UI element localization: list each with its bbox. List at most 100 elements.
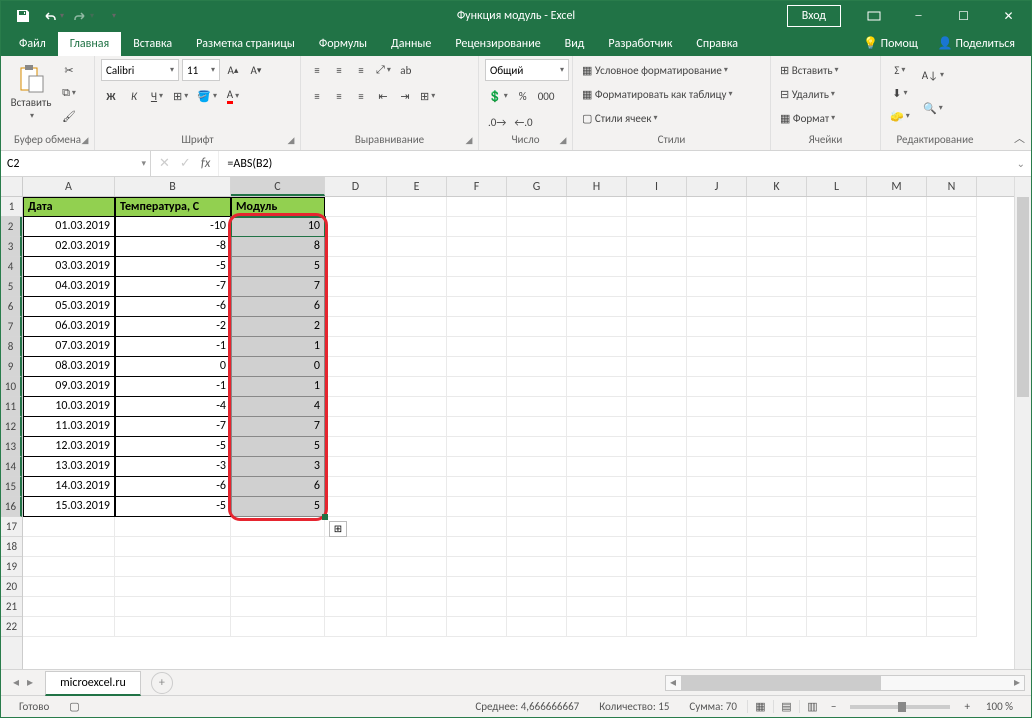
cell[interactable]	[747, 337, 807, 357]
cell[interactable]	[747, 457, 807, 477]
cell[interactable]	[387, 497, 447, 517]
cell[interactable]	[567, 297, 627, 317]
cell[interactable]	[115, 617, 231, 637]
cell[interactable]	[687, 517, 747, 537]
scroll-left-button[interactable]: ◂	[666, 675, 680, 690]
cell[interactable]	[927, 577, 977, 597]
cell[interactable]	[507, 297, 567, 317]
number-format-select[interactable]: Общий▾	[485, 59, 569, 81]
cell[interactable]: 05.03.2019	[23, 297, 115, 317]
cell[interactable]	[387, 437, 447, 457]
cell[interactable]	[231, 617, 325, 637]
cell[interactable]	[447, 477, 507, 497]
cell[interactable]	[447, 317, 507, 337]
cell[interactable]	[627, 517, 687, 537]
cell[interactable]	[447, 397, 507, 417]
cell[interactable]	[447, 357, 507, 377]
cell[interactable]	[115, 557, 231, 577]
cell[interactable]	[567, 537, 627, 557]
row-header[interactable]: 21	[1, 597, 22, 617]
sign-in-button[interactable]: Вход	[787, 5, 841, 27]
cell[interactable]	[23, 597, 115, 617]
cell[interactable]	[567, 497, 627, 517]
cell[interactable]	[687, 197, 747, 217]
dialog-launcher-alignment[interactable]: ◢	[463, 135, 475, 147]
zoom-in-button[interactable]: +	[958, 700, 975, 713]
cell[interactable]	[927, 237, 977, 257]
cell[interactable]	[687, 357, 747, 377]
normal-view-button[interactable]: ▦	[747, 700, 773, 713]
cell[interactable]	[867, 457, 927, 477]
cell[interactable]: -2	[115, 317, 231, 337]
cell[interactable]	[325, 437, 387, 457]
cell[interactable]	[325, 217, 387, 237]
cell[interactable]	[325, 457, 387, 477]
cell[interactable]	[567, 237, 627, 257]
cell[interactable]	[325, 497, 387, 517]
cell[interactable]: -10	[115, 217, 231, 237]
column-header-A[interactable]: A	[23, 177, 115, 196]
zoom-level[interactable]: 100 %	[976, 700, 1023, 713]
cell[interactable]	[747, 437, 807, 457]
cell[interactable]	[23, 517, 115, 537]
cell[interactable]	[567, 217, 627, 237]
tab-view[interactable]: Вид	[553, 32, 597, 56]
cell[interactable]	[927, 197, 977, 217]
cell[interactable]	[567, 477, 627, 497]
wrap-text-button[interactable]: ab	[396, 59, 416, 81]
row-header[interactable]: 6	[1, 297, 22, 317]
cell[interactable]	[747, 397, 807, 417]
cell[interactable]	[325, 377, 387, 397]
cell[interactable]: -4	[115, 397, 231, 417]
cell[interactable]	[687, 257, 747, 277]
cell[interactable]	[387, 337, 447, 357]
cell[interactable]	[507, 377, 567, 397]
cell[interactable]	[447, 197, 507, 217]
sheet-prev-button[interactable]: ◂	[13, 675, 19, 690]
borders-button[interactable]: ⊞▾	[170, 85, 191, 107]
cell[interactable]	[387, 237, 447, 257]
cell[interactable]	[387, 617, 447, 637]
zoom-out-button[interactable]: −	[825, 700, 842, 713]
cell[interactable]	[867, 277, 927, 297]
fill-handle[interactable]	[322, 514, 328, 520]
select-all-corner[interactable]	[1, 177, 23, 197]
cell[interactable]	[325, 277, 387, 297]
cell[interactable]	[447, 217, 507, 237]
clear-button[interactable]: 🧽▾	[887, 105, 913, 127]
cell[interactable]	[507, 217, 567, 237]
close-button[interactable]: ✕	[986, 1, 1031, 31]
cell[interactable]	[867, 217, 927, 237]
cell[interactable]	[387, 417, 447, 437]
cell[interactable]	[567, 557, 627, 577]
cell[interactable]	[325, 297, 387, 317]
cell[interactable]	[387, 377, 447, 397]
cell[interactable]	[747, 517, 807, 537]
cell[interactable]: 8	[231, 237, 325, 257]
cell[interactable]	[627, 437, 687, 457]
cell[interactable]	[747, 477, 807, 497]
cell[interactable]	[747, 557, 807, 577]
row-header[interactable]: 8	[1, 337, 22, 357]
cell[interactable]	[927, 537, 977, 557]
insert-function-button[interactable]: fx	[201, 156, 211, 171]
cell[interactable]	[23, 617, 115, 637]
cell[interactable]	[807, 257, 867, 277]
cell[interactable]: 03.03.2019	[23, 257, 115, 277]
expand-formula-button[interactable]: ⌄	[1017, 157, 1025, 170]
cell[interactable]	[927, 297, 977, 317]
zoom-slider[interactable]	[850, 705, 950, 709]
scrollbar-thumb[interactable]	[1017, 197, 1029, 397]
cell[interactable]	[747, 417, 807, 437]
cell[interactable]: -7	[115, 417, 231, 437]
cell[interactable]	[567, 257, 627, 277]
cell[interactable]	[627, 317, 687, 337]
cell[interactable]	[507, 237, 567, 257]
cell[interactable]	[627, 237, 687, 257]
cell-styles-button[interactable]: ▢ Стили ячеек▾	[579, 107, 764, 129]
row-header[interactable]: 9	[1, 357, 22, 377]
cell[interactable]	[23, 557, 115, 577]
cell[interactable]	[447, 377, 507, 397]
row-header[interactable]: 1	[1, 197, 22, 217]
cell[interactable]	[807, 577, 867, 597]
